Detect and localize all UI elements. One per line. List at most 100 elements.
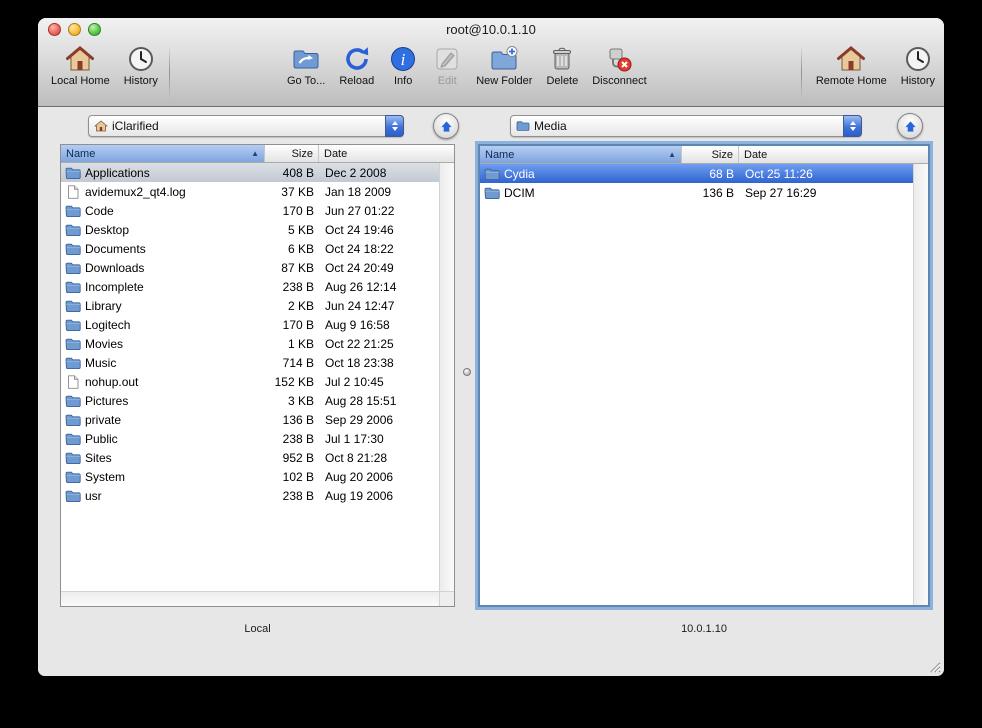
remote-history-button[interactable]: History: [894, 43, 942, 88]
vertical-scrollbar[interactable]: [439, 163, 454, 591]
table-row[interactable]: Incomplete 238 B Aug 26 12:14: [61, 277, 439, 296]
file-size: 2 KB: [287, 298, 314, 313]
file-date: Oct 22 21:25: [325, 336, 394, 351]
file-date: Oct 25 11:26: [745, 166, 813, 181]
file-date: Oct 24 20:49: [325, 260, 394, 275]
edit-icon: [432, 44, 462, 74]
toolbar-separator: [801, 46, 802, 98]
file-name: Pictures: [85, 393, 129, 408]
column-label: Size: [711, 148, 733, 161]
table-row[interactable]: Applications 408 B Dec 2 2008: [61, 163, 439, 182]
name-cell: Applications: [61, 166, 265, 180]
goto-folder-icon: [291, 44, 321, 74]
column-headers: Name ▲ Size Date: [61, 145, 454, 163]
table-row[interactable]: DCIM 136 B Sep 27 16:29: [480, 183, 913, 202]
vertical-scrollbar[interactable]: [913, 164, 928, 605]
disconnect-button[interactable]: Disconnect: [585, 43, 653, 88]
toolbar-label: Edit: [437, 75, 457, 87]
table-row[interactable]: private 136 B Sep 29 2006: [61, 410, 439, 429]
table-row[interactable]: Sites 952 B Oct 8 21:28: [61, 448, 439, 467]
table-row[interactable]: nohup.out 152 KB Jul 2 10:45: [61, 372, 439, 391]
table-row[interactable]: Music 714 B Oct 18 23:38: [61, 353, 439, 372]
remote-pane-caption: 10.0.1.10: [681, 623, 727, 635]
table-row[interactable]: Logitech 170 B Aug 9 16:58: [61, 315, 439, 334]
table-row[interactable]: Cydia 68 B Oct 25 11:26: [480, 164, 913, 183]
remote-up-button[interactable]: [897, 113, 923, 139]
name-cell: private: [61, 413, 265, 427]
table-row[interactable]: Code 170 B Jun 27 01:22: [61, 201, 439, 220]
folder-icon: [65, 413, 81, 427]
goto-button[interactable]: Go To...: [280, 43, 332, 88]
file-size: 6 KB: [287, 241, 314, 256]
table-row[interactable]: System 102 B Aug 20 2006: [61, 467, 439, 486]
remote-path-select[interactable]: Media: [510, 115, 862, 137]
edit-button[interactable]: Edit: [425, 43, 469, 88]
file-date: Sep 27 16:29: [745, 185, 817, 200]
table-row[interactable]: Desktop 5 KB Oct 24 19:46: [61, 220, 439, 239]
table-row[interactable]: Pictures 3 KB Aug 28 15:51: [61, 391, 439, 410]
delete-button[interactable]: Delete: [539, 43, 585, 88]
column-header-size[interactable]: Size: [265, 145, 319, 162]
file-date: Jun 27 01:22: [325, 203, 395, 218]
name-cell: usr: [61, 489, 265, 503]
app-window: root@10.0.1.10 Local Home History Go To.…: [38, 18, 944, 676]
titlebar[interactable]: root@10.0.1.10: [38, 18, 944, 40]
pane-divider-handle[interactable]: [463, 368, 471, 376]
table-row[interactable]: Documents 6 KB Oct 24 18:22: [61, 239, 439, 258]
table-row[interactable]: Library 2 KB Jun 24 12:47: [61, 296, 439, 315]
reload-icon: [342, 44, 372, 74]
popup-stepper-icon: [385, 115, 404, 137]
local-history-button[interactable]: History: [117, 43, 165, 88]
toolbar-group-remote: Remote Home History: [809, 43, 942, 88]
scrollbar-corner: [439, 591, 454, 606]
file-size: 3 KB: [287, 393, 314, 408]
horizontal-scrollbar[interactable]: [61, 591, 439, 606]
name-cell: Logitech: [61, 318, 265, 332]
new-folder-button[interactable]: New Folder: [469, 43, 539, 88]
file-size: 1 KB: [287, 336, 314, 351]
file-date: Aug 26 12:14: [325, 279, 397, 294]
content-area: iClarified Media Name ▲ Size Date Applic…: [38, 108, 944, 676]
folder-icon: [65, 432, 81, 446]
file-size: 136 B: [282, 412, 314, 427]
name-cell: Pictures: [61, 394, 265, 408]
column-header-size[interactable]: Size: [682, 146, 739, 163]
file-date: Jul 2 10:45: [325, 374, 384, 389]
file-date: Jan 18 2009: [325, 184, 392, 199]
table-row[interactable]: usr 238 B Aug 19 2006: [61, 486, 439, 505]
home-icon: [836, 44, 866, 74]
folder-icon: [65, 337, 81, 351]
table-row[interactable]: Public 238 B Jul 1 17:30: [61, 429, 439, 448]
column-header-name[interactable]: Name ▲: [61, 145, 265, 162]
file-name: System: [85, 469, 126, 484]
column-label: Name: [66, 147, 96, 160]
file-date: Sep 29 2006: [325, 412, 394, 427]
local-path-select[interactable]: iClarified: [88, 115, 404, 137]
name-cell: Sites: [61, 451, 265, 465]
info-button[interactable]: i Info: [381, 43, 425, 88]
file-icon: [65, 374, 81, 389]
local-path-value: iClarified: [112, 119, 159, 133]
local-pane-caption: Local: [244, 623, 271, 635]
table-row[interactable]: Downloads 87 KB Oct 24 20:49: [61, 258, 439, 277]
file-name: Movies: [85, 336, 124, 351]
toolbar-label: Disconnect: [592, 75, 647, 87]
resize-grip[interactable]: [927, 659, 941, 673]
column-header-date[interactable]: Date: [739, 146, 928, 163]
remote-path-value: Media: [534, 119, 567, 133]
folder-icon: [65, 489, 81, 503]
toolbar-label: Delete: [546, 75, 579, 87]
column-header-date[interactable]: Date: [319, 145, 454, 162]
local-up-button[interactable]: [433, 113, 459, 139]
column-label: Name: [485, 148, 515, 161]
reload-button[interactable]: Reload: [332, 43, 381, 88]
folder-icon: [65, 223, 81, 237]
remote-home-button[interactable]: Remote Home: [809, 43, 894, 88]
name-cell: Code: [61, 204, 265, 218]
local-home-button[interactable]: Local Home: [44, 43, 117, 88]
column-header-name[interactable]: Name ▲: [480, 146, 682, 163]
name-cell: Documents: [61, 242, 265, 256]
table-row[interactable]: avidemux2_qt4.log 37 KB Jan 18 2009: [61, 182, 439, 201]
table-row[interactable]: Movies 1 KB Oct 22 21:25: [61, 334, 439, 353]
file-size: 37 KB: [281, 184, 314, 199]
